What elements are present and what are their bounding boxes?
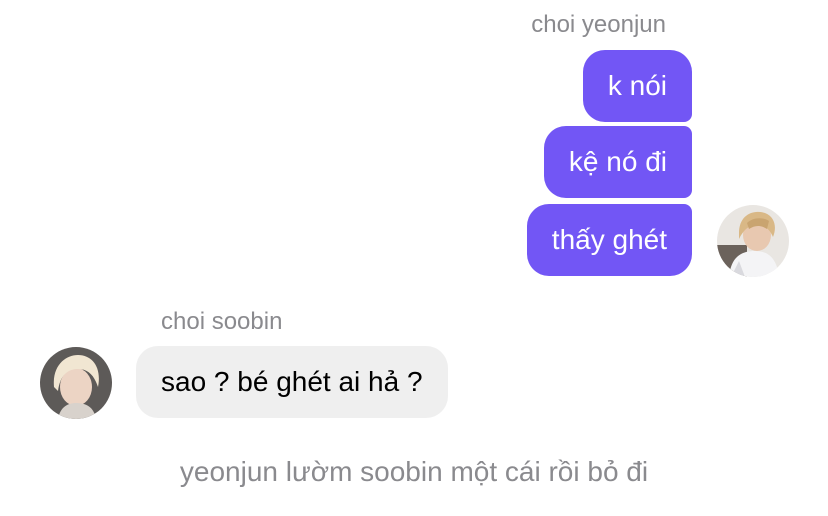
narration-text: yeonjun lườm soobin một cái rồi bỏ đi <box>179 456 649 487</box>
person-photo-icon <box>717 205 789 277</box>
yeonjun-avatar[interactable] <box>717 205 789 277</box>
message-text: k nói <box>607 70 667 101</box>
outgoing-message-bubble[interactable]: kệ nó đi <box>543 126 692 198</box>
incoming-sender-name: choi soobin <box>161 308 283 335</box>
message-text: sao ? bé ghét ai hả ? <box>161 366 423 397</box>
message-text: thấy ghét <box>551 224 667 255</box>
person-photo-icon <box>40 347 112 419</box>
outgoing-message-bubble[interactable]: k nói <box>582 50 692 122</box>
message-text: kệ nó đi <box>568 146 667 177</box>
outgoing-message-bubble[interactable]: thấy ghét <box>526 204 692 276</box>
soobin-avatar[interactable] <box>40 347 112 419</box>
outgoing-sender-name: choi yeonjun <box>531 11 666 38</box>
incoming-message-bubble[interactable]: sao ? bé ghét ai hả ? <box>136 346 448 418</box>
